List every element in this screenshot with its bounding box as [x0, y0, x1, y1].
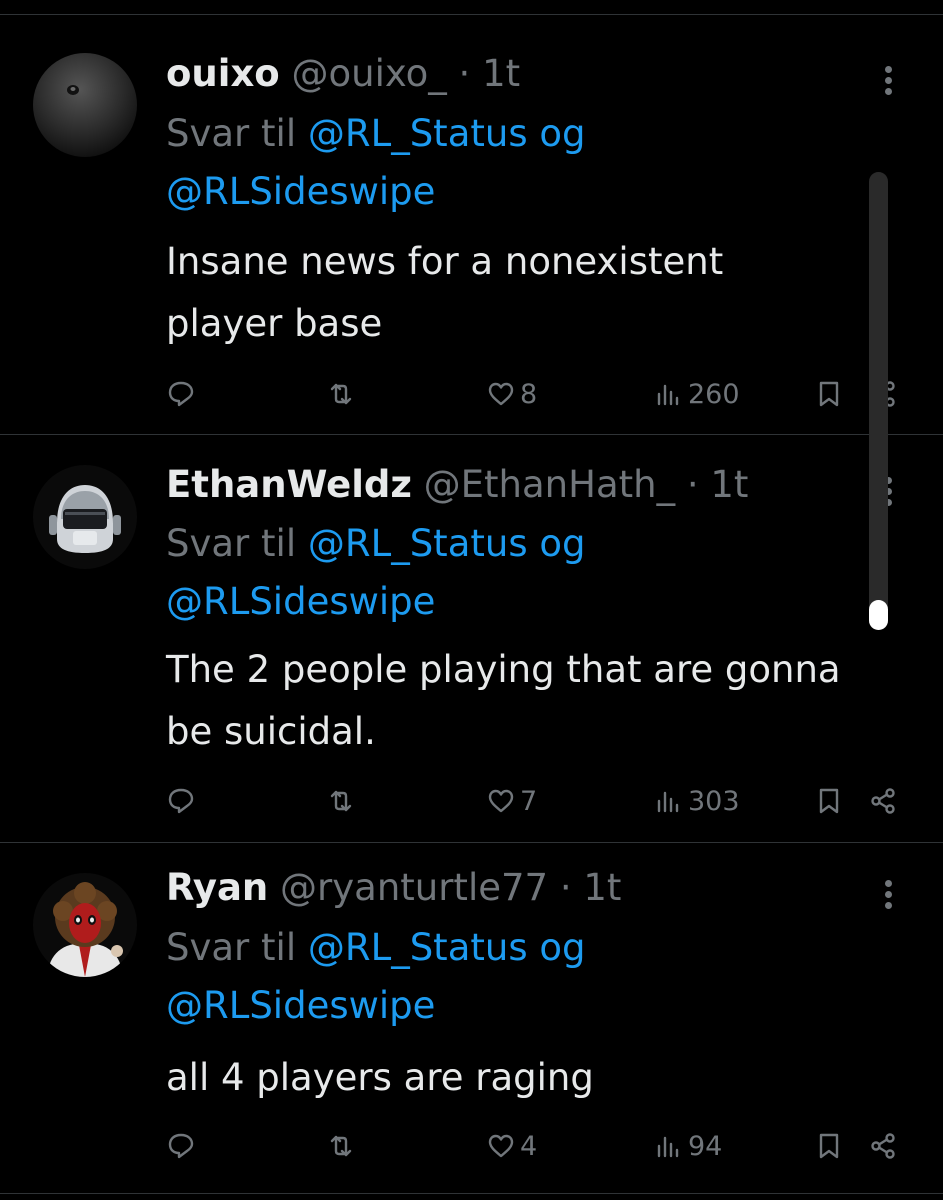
heart-icon: [488, 382, 514, 406]
avatar[interactable]: [33, 53, 137, 157]
reply-tweet[interactable]: Ryan @ryanturtle77 · 1t Svar til @RL_Sta…: [0, 843, 943, 1194]
views-icon: [657, 1136, 679, 1158]
views-icon: [657, 384, 679, 406]
view-count: 260: [688, 378, 740, 410]
tweet-text-line: be suicidal.: [166, 710, 376, 753]
views-button[interactable]: 94: [654, 1126, 722, 1166]
divider: [0, 1193, 943, 1194]
views-button[interactable]: 303: [654, 781, 740, 821]
reply-joiner: og: [539, 926, 586, 969]
scrollbar[interactable]: [869, 172, 888, 630]
scrollbar-thumb[interactable]: [869, 600, 888, 630]
like-count: 8: [520, 378, 538, 410]
repost-icon: [330, 383, 352, 405]
reply-prefix: Svar til: [166, 112, 297, 155]
tweet-header: ouixo @ouixo_ · 1t: [166, 52, 520, 96]
tweet-text: all 4 players are raging: [166, 1047, 926, 1109]
mention-link[interactable]: @RLSideswipe: [166, 984, 435, 1027]
reply-icon: [168, 788, 194, 814]
reply-prefix: Svar til: [166, 926, 297, 969]
reply-button[interactable]: [166, 781, 200, 821]
action-bar: 8 260: [166, 374, 906, 414]
heart-icon: [488, 789, 514, 813]
tweet-text-line: The 2 people playing that are gonna: [166, 648, 841, 691]
reply-prefix: Svar til: [166, 522, 297, 565]
mention-link[interactable]: @RLSideswipe: [166, 170, 435, 213]
reply-tweet[interactable]: ouixo @ouixo_ · 1t Svar til @RL_Status o…: [0, 0, 943, 435]
bookmark-icon: [819, 1133, 839, 1159]
user-handle[interactable]: @EthanHath_: [424, 463, 675, 506]
bookmark-button[interactable]: [814, 1126, 844, 1166]
like-button[interactable]: 7: [486, 781, 537, 821]
reply-button[interactable]: [166, 1126, 200, 1166]
more-icon: [884, 66, 892, 73]
reply-icon: [168, 1133, 194, 1159]
tweet-header: Ryan @ryanturtle77 · 1t: [166, 866, 621, 910]
display-name[interactable]: Ryan: [166, 866, 268, 909]
share-button[interactable]: [868, 1126, 898, 1166]
reply-context: Svar til @RL_Status og @RLSideswipe: [166, 515, 846, 631]
user-handle[interactable]: @ouixo_: [292, 52, 447, 95]
reply-button[interactable]: [166, 374, 200, 414]
avatar[interactable]: [33, 873, 137, 977]
timestamp[interactable]: 1t: [482, 52, 520, 95]
share-button[interactable]: [868, 781, 898, 821]
display-name[interactable]: EthanWeldz: [166, 463, 412, 506]
mention-link[interactable]: @RL_Status: [308, 112, 528, 155]
more-options-button[interactable]: [873, 62, 903, 102]
repost-icon: [330, 790, 352, 812]
share-icon: [871, 788, 895, 814]
user-handle[interactable]: @ryanturtle77: [280, 866, 548, 909]
views-button[interactable]: 260: [654, 374, 740, 414]
repost-button[interactable]: [326, 374, 360, 414]
action-bar: 4 94: [166, 1126, 906, 1166]
action-bar: 7 303: [166, 781, 906, 821]
reply-icon: [168, 381, 194, 407]
timestamp[interactable]: 1t: [710, 463, 748, 506]
more-options-button[interactable]: [873, 876, 903, 916]
display-name[interactable]: ouixo: [166, 52, 280, 95]
tweet-header: EthanWeldz @EthanHath_ · 1t: [166, 463, 748, 507]
mention-link[interactable]: @RL_Status: [308, 522, 528, 565]
reply-tweet[interactable]: EthanWeldz @EthanHath_ · 1t Svar til @RL…: [0, 435, 943, 843]
tweet-text-line: Insane news for a nonexistent: [166, 240, 724, 283]
like-button[interactable]: 4: [486, 1126, 537, 1166]
view-count: 94: [688, 1130, 723, 1162]
bookmark-icon: [819, 788, 839, 814]
reply-context: Svar til @RL_Status og @RLSideswipe: [166, 919, 846, 1035]
separator-dot: ·: [686, 463, 699, 506]
timestamp[interactable]: 1t: [583, 866, 621, 909]
mention-link[interactable]: @RLSideswipe: [166, 580, 435, 623]
bookmark-icon: [819, 381, 839, 407]
share-icon: [871, 1133, 895, 1159]
tweet-text: Insane news for a nonexistent player bas…: [166, 231, 926, 355]
heart-icon: [488, 1134, 514, 1158]
like-count: 7: [520, 785, 538, 817]
views-icon: [657, 791, 679, 813]
repost-button[interactable]: [326, 1126, 360, 1166]
mention-link[interactable]: @RL_Status: [308, 926, 528, 969]
dark-orb-avatar-icon: [33, 53, 137, 157]
tweet-text-line: player base: [166, 302, 383, 345]
repost-icon: [330, 1135, 352, 1157]
reply-context: Svar til @RL_Status og @RLSideswipe: [166, 105, 846, 221]
repost-button[interactable]: [326, 781, 360, 821]
bookmark-button[interactable]: [814, 781, 844, 821]
costumed-character-avatar-icon: [33, 873, 137, 977]
reply-thread: ouixo @ouixo_ · 1t Svar til @RL_Status o…: [0, 0, 943, 1200]
tweet-text: The 2 people playing that are gonna be s…: [166, 639, 926, 763]
separator-dot: ·: [458, 52, 471, 95]
view-count: 303: [688, 785, 740, 817]
robot-helmet-avatar-icon: [33, 465, 137, 569]
more-icon: [884, 880, 892, 887]
bookmark-button[interactable]: [814, 374, 844, 414]
avatar[interactable]: [33, 465, 137, 569]
separator-dot: ·: [559, 866, 572, 909]
tweet-text-line: all 4 players are raging: [166, 1056, 594, 1099]
like-button[interactable]: 8: [486, 374, 537, 414]
like-count: 4: [520, 1130, 538, 1162]
reply-joiner: og: [539, 112, 586, 155]
reply-joiner: og: [539, 522, 586, 565]
